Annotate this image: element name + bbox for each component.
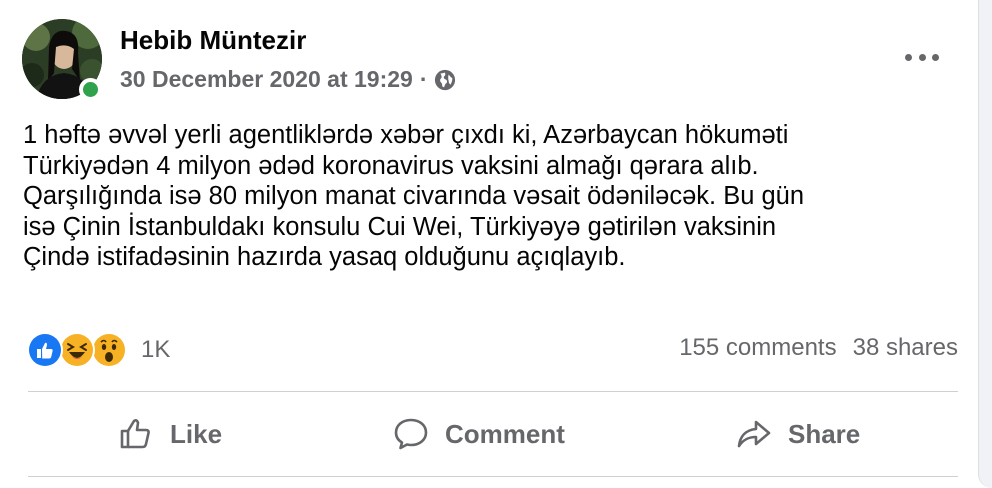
- post-text: 1 həftə əvvəl yerli agentliklərdə xəbər …: [23, 120, 968, 273]
- globe-icon[interactable]: [434, 69, 456, 91]
- post-card: Hebib Müntezir 30 December 2020 at 19:29…: [0, 0, 992, 488]
- post-text-line: Türkiyədən 4 milyon ədəd koronavirus vak…: [23, 151, 759, 180]
- haha-reaction-icon: [59, 332, 95, 368]
- post-meta: 30 December 2020 at 19:29 ·: [120, 66, 456, 93]
- post-text-line: 1 həftə əvvəl yerli agentliklərdə xəbər …: [23, 121, 789, 149]
- share-arrow-icon: [737, 420, 771, 448]
- like-reaction-icon: [27, 332, 63, 368]
- meta-separator: ·: [419, 66, 428, 92]
- more-options-icon[interactable]: [900, 45, 944, 69]
- wow-reaction-icon: [91, 332, 127, 368]
- card-edge: [978, 0, 992, 488]
- more-dot: [918, 53, 926, 61]
- shares-count[interactable]: 38 shares: [853, 334, 958, 362]
- share-button-label: Share: [788, 418, 861, 449]
- post-text-line: Çində istifadəsinin hazırda yasaq olduğu…: [23, 243, 626, 272]
- comment-bubble-icon: [394, 418, 428, 450]
- bottom-divider: [28, 476, 958, 477]
- more-dot: [905, 53, 912, 61]
- comment-button-label: Comment: [445, 418, 565, 449]
- comment-button[interactable]: Comment: [393, 412, 565, 456]
- author-name[interactable]: Hebib Müntezir: [120, 25, 306, 56]
- like-button-label: Like: [170, 418, 223, 449]
- share-button[interactable]: Share: [736, 412, 860, 456]
- more-dot: [932, 53, 939, 61]
- post-stats: 155 comments 38 shares: [679, 334, 958, 362]
- reactions-summary[interactable]: 1K: [27, 330, 170, 370]
- like-button[interactable]: Like: [118, 412, 222, 456]
- post-text-line: Qarşılığında isə 80 milyon manat civarın…: [23, 182, 805, 211]
- post-text-line: isə Çinin İstanbuldakı konsulu Cui Wei, …: [23, 212, 777, 241]
- post-timestamp[interactable]: 30 December 2020 at 19:29: [120, 66, 413, 93]
- online-status-dot: [79, 78, 102, 101]
- comments-count[interactable]: 155 comments: [679, 334, 836, 362]
- reaction-count[interactable]: 1K: [141, 336, 170, 364]
- divider: [28, 391, 958, 392]
- thumbs-up-icon: [120, 419, 150, 449]
